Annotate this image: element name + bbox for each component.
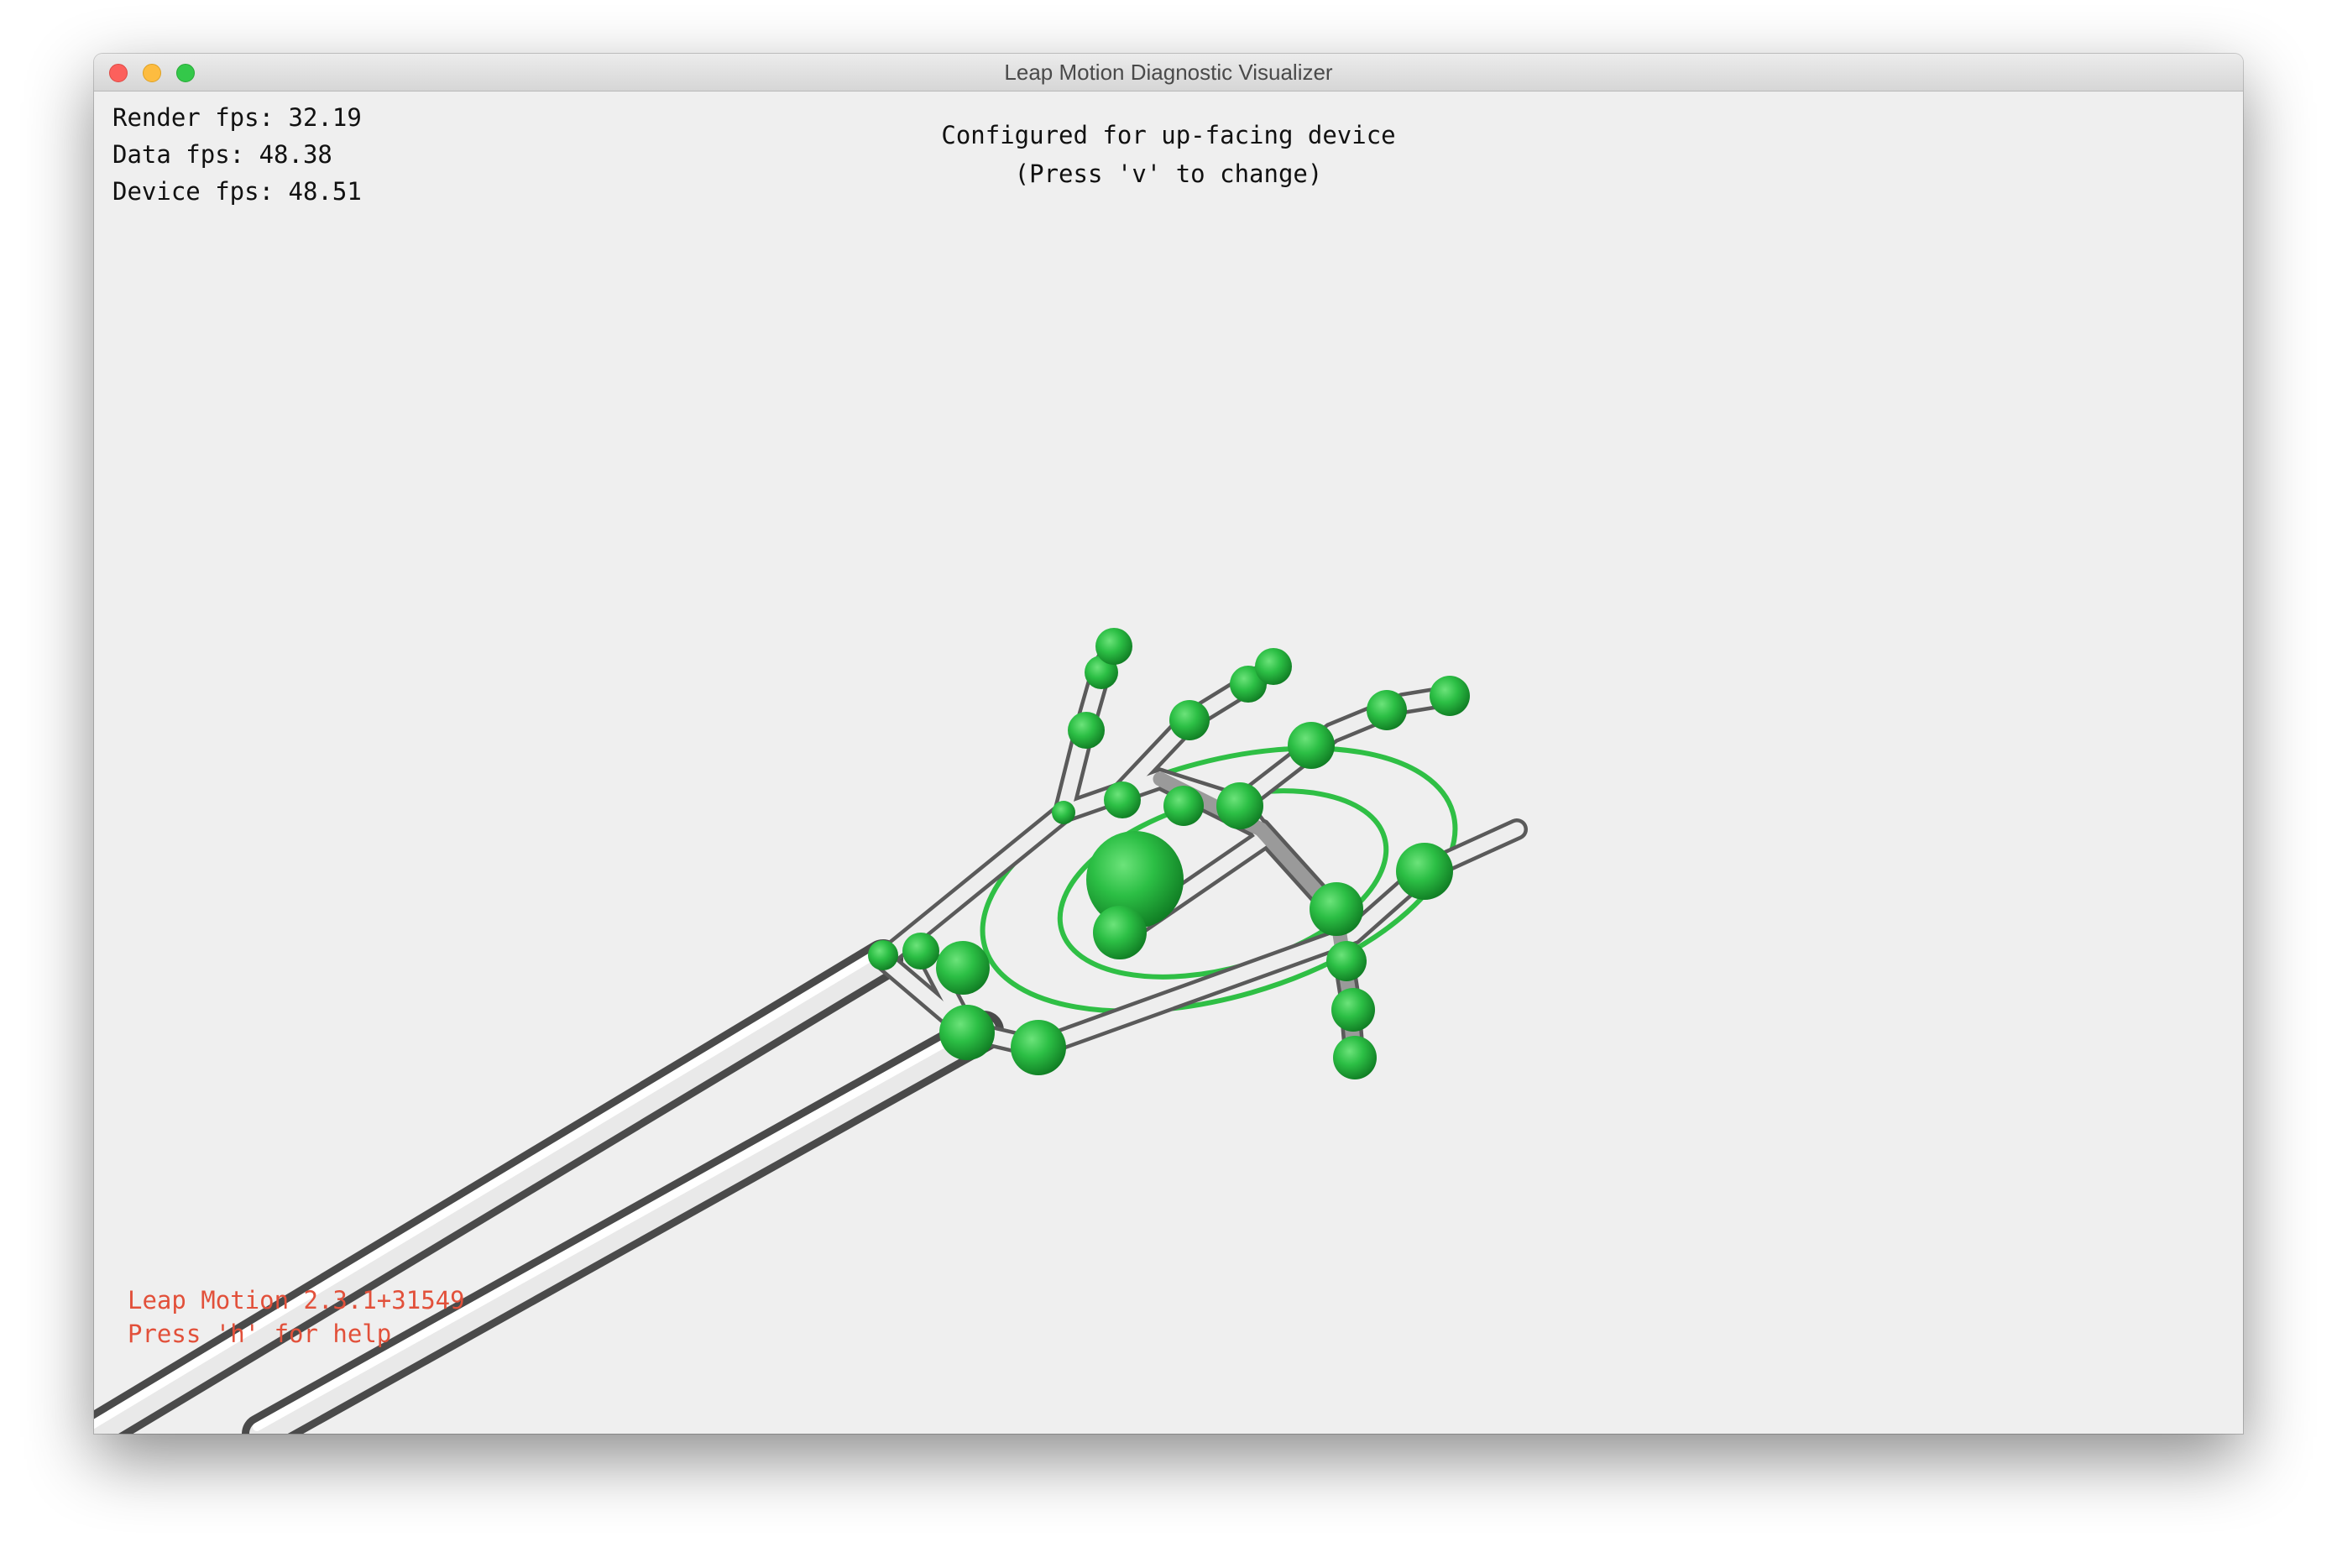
version-label: Leap Motion 2.3.1+31549 [128, 1286, 465, 1315]
joint [1331, 988, 1375, 1032]
forearm [94, 939, 1004, 1434]
3d-viewport[interactable]: Render fps: 32.19 Data fps: 48.38 Device f… [94, 91, 2243, 1434]
joint [1011, 1020, 1066, 1075]
joint [1430, 676, 1470, 716]
joint [1326, 941, 1367, 981]
title-bar[interactable]: Leap Motion Diagnostic Visualizer [94, 54, 2243, 91]
joint [939, 1005, 995, 1060]
joint [1093, 906, 1147, 959]
joint [1288, 722, 1335, 769]
joint [1255, 648, 1292, 685]
joint [1095, 628, 1132, 665]
joint [868, 940, 898, 970]
version-footer: Leap Motion 2.3.1+31549 Press 'h' for hel… [128, 1283, 465, 1351]
joint [1163, 786, 1204, 826]
joint [1068, 712, 1105, 749]
help-hint: Press 'h' for help [128, 1320, 392, 1348]
hand-skeleton-scene [94, 628, 1528, 1434]
window-title: Leap Motion Diagnostic Visualizer [1004, 60, 1333, 85]
config-line-2: (Press 'v' to change) [1014, 159, 1323, 188]
device-config-message: Configured for up-facing device (Press 'v… [94, 116, 2243, 193]
visualizer-window: Leap Motion Diagnostic Visualizer Render… [94, 54, 2243, 1434]
joint [1169, 700, 1210, 740]
joint [902, 933, 939, 970]
joint [1333, 1036, 1377, 1079]
joint [936, 941, 990, 995]
joint [1104, 781, 1141, 818]
joint [1052, 801, 1075, 824]
config-line-1: Configured for up-facing device [941, 121, 1396, 149]
joint [1367, 690, 1407, 730]
joint [1396, 843, 1453, 900]
joint [1216, 782, 1263, 829]
joint [1310, 882, 1363, 936]
